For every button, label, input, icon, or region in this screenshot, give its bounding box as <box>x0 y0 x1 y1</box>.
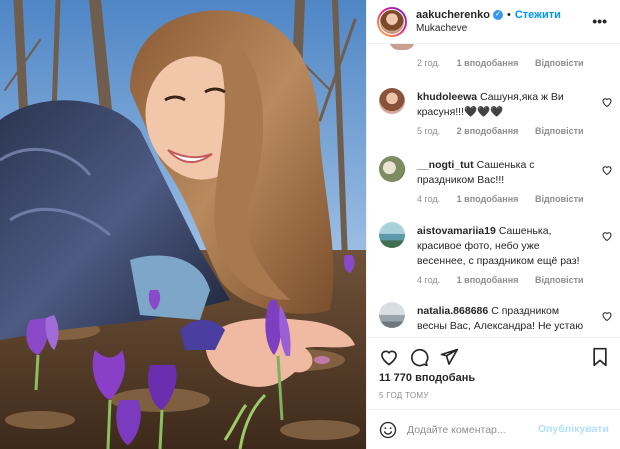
follow-button[interactable]: Стежити <box>515 9 561 21</box>
post-actions <box>367 337 620 375</box>
comment-time[interactable]: 4 год. <box>417 275 440 285</box>
comment-avatar[interactable] <box>379 302 405 328</box>
add-comment-bar: Опублікувати <box>367 409 620 449</box>
post-photo[interactable] <box>0 0 366 449</box>
post-panel: aakucherenko ✓ • Стежити Mukacheve ••• 2… <box>366 0 620 449</box>
comment-username[interactable]: __nogti_tut <box>417 159 474 171</box>
more-icon[interactable]: ••• <box>592 13 607 29</box>
likes-count[interactable]: 11 770 вподобань <box>379 372 475 384</box>
comment-likes[interactable]: 1 вподобання <box>457 275 519 285</box>
comment-item: khudoleewa Сашуня,яка ж Ви красуня!!!🖤🖤🖤 … <box>377 88 613 148</box>
comments-list[interactable]: 2 год. 1 вподобання Відповісти khudoleew… <box>367 44 620 337</box>
like-comment-heart-icon[interactable] <box>601 96 613 108</box>
like-comment-heart-icon[interactable] <box>601 230 613 242</box>
post-image <box>0 0 366 449</box>
comment-username[interactable]: natalia.868686 <box>417 305 488 317</box>
comment-reply-button[interactable]: Відповісти <box>535 194 584 204</box>
emoji-icon[interactable] <box>379 421 397 439</box>
comment-meta: 4 год. 1 вподобання Відповісти <box>417 273 587 288</box>
author-username[interactable]: aakucherenko <box>416 9 490 21</box>
bookmark-icon[interactable] <box>591 347 609 367</box>
comment-meta: 2 год. 1 вподобання Відповісти <box>417 58 598 68</box>
comment-reply-button[interactable]: Відповісти <box>535 275 584 285</box>
comment-item: __nogti_tut Сашенька с праздником Вас!!! … <box>377 156 613 216</box>
comment-avatar[interactable] <box>379 88 405 114</box>
comment-username[interactable]: aistovamariia19 <box>417 225 496 237</box>
comment-item: natalia.868686 С праздником весны Вас, Ал… <box>377 302 613 337</box>
comment-reply-button[interactable]: Відповісти <box>535 126 584 136</box>
like-comment-heart-icon[interactable] <box>601 164 613 176</box>
like-comment-heart-icon[interactable] <box>601 310 613 322</box>
comment-time[interactable]: 5 год. <box>417 126 440 136</box>
verified-badge-icon: ✓ <box>492 10 503 20</box>
comment-avatar[interactable] <box>389 44 415 50</box>
comment-avatar[interactable] <box>379 156 405 182</box>
comment-item: 2 год. 1 вподобання Відповісти <box>377 44 613 80</box>
comment-meta: 4 год. 1 вподобання Відповісти <box>417 192 587 207</box>
post-location[interactable]: Mukacheve <box>416 23 561 34</box>
comment-input[interactable] <box>407 422 547 438</box>
comment-likes[interactable]: 1 вподобання <box>457 194 519 204</box>
comment-item: aistovamariia19 Сашенька, красивое фото, … <box>377 222 613 296</box>
comment-likes[interactable]: 2 вподобання <box>457 126 519 136</box>
comment-reply-button[interactable]: Відповісти <box>535 58 584 68</box>
comment-time[interactable]: 4 год. <box>417 194 440 204</box>
post-header: aakucherenko ✓ • Стежити Mukacheve ••• <box>367 0 620 44</box>
comment-time[interactable]: 2 год. <box>417 58 440 68</box>
comment-likes[interactable]: 1 вподобання <box>457 58 519 68</box>
post-time[interactable]: 5 ГОД ТОМУ <box>379 391 429 400</box>
author-avatar[interactable] <box>377 6 407 37</box>
separator-dot: • <box>506 9 511 21</box>
comment-username[interactable]: khudoleewa <box>417 91 477 103</box>
publish-button[interactable]: Опублікувати <box>538 423 609 435</box>
comment-avatar[interactable] <box>379 222 405 248</box>
comment-bubble-icon[interactable] <box>409 347 429 367</box>
share-paper-plane-icon[interactable] <box>439 347 459 367</box>
comment-meta: 5 год. 2 вподобання Відповісти <box>417 124 587 139</box>
like-heart-icon[interactable] <box>379 347 399 367</box>
